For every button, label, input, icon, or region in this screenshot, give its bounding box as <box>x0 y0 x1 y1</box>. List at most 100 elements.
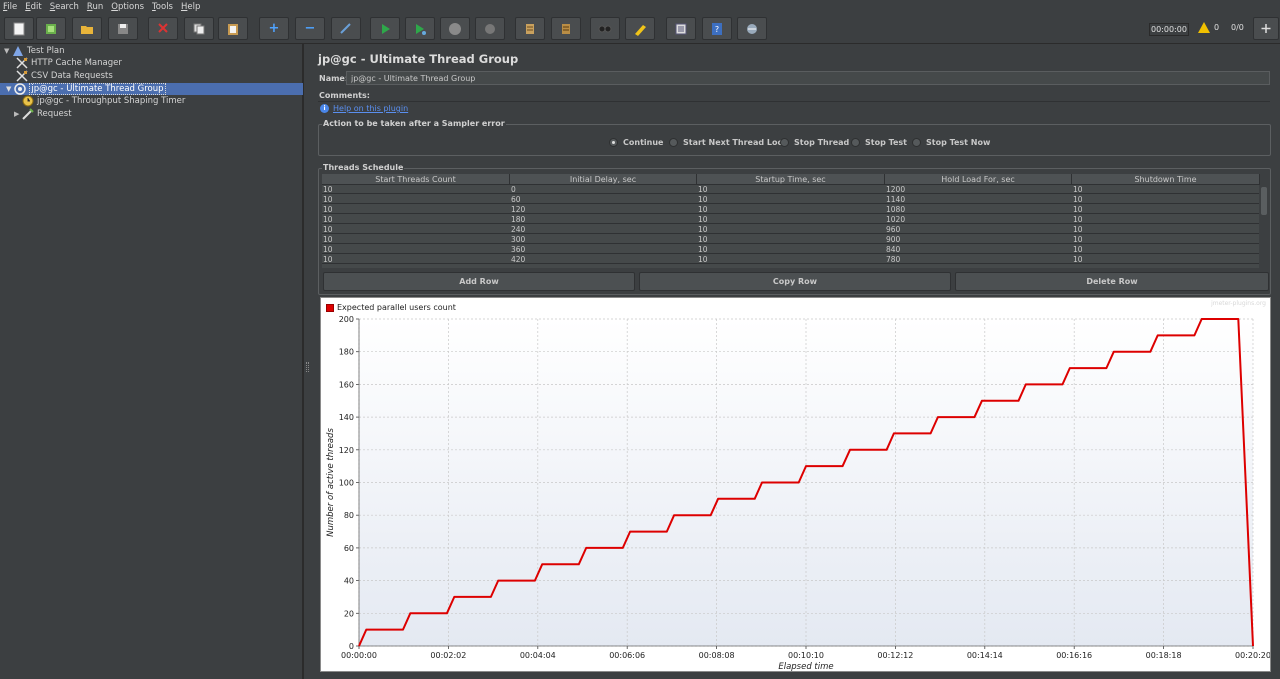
table-cell[interactable]: 1200 <box>885 185 1072 194</box>
copy-button[interactable] <box>184 17 214 40</box>
table-scrollbar[interactable] <box>1259 185 1269 268</box>
column-header[interactable]: Startup Time, sec <box>697 174 885 185</box>
tree-item-throughput-shaping-timer[interactable]: jp@gc - Throughput Shaping Timer <box>22 95 185 107</box>
table-cell[interactable]: 10 <box>1072 215 1260 224</box>
stop-button[interactable] <box>440 17 470 40</box>
table-row[interactable]: 10 240 10 960 10 <box>322 225 1260 234</box>
table-row[interactable]: 10 180 10 1020 10 <box>322 215 1260 224</box>
table-cell[interactable]: 780 <box>885 255 1072 264</box>
radio-stop-test-now[interactable]: Stop Test Now <box>912 138 990 147</box>
table-cell[interactable]: 10 <box>697 185 884 194</box>
table-row[interactable]: 10 120 10 1080 10 <box>322 205 1260 214</box>
table-cell[interactable]: 10 <box>697 235 884 244</box>
menu-search[interactable]: Search <box>50 2 79 12</box>
table-row[interactable]: 10 300 10 900 10 <box>322 235 1260 244</box>
menu-edit[interactable]: Edit <box>25 2 41 12</box>
table-cell[interactable]: 10 <box>697 215 884 224</box>
new-button[interactable] <box>4 17 34 40</box>
table-row[interactable]: 10 0 10 1200 10 <box>322 185 1260 194</box>
table-row[interactable]: 10 420 10 780 10 <box>322 255 1260 264</box>
templates-button[interactable] <box>36 17 66 40</box>
table-cell[interactable]: 10 <box>322 235 509 244</box>
comments-field[interactable] <box>318 88 1270 102</box>
table-cell[interactable]: 1020 <box>885 215 1072 224</box>
open-button[interactable] <box>72 17 102 40</box>
paste-button[interactable] <box>218 17 248 40</box>
expand-all-button[interactable]: + <box>259 17 289 40</box>
table-cell[interactable]: 10 <box>322 185 509 194</box>
scroll-thumb[interactable] <box>1261 187 1267 215</box>
table-cell[interactable]: 120 <box>510 205 697 214</box>
splitter-grip[interactable] <box>306 362 309 372</box>
table-cell[interactable]: 10 <box>697 255 884 264</box>
help-button[interactable]: ? <box>702 17 732 40</box>
radio-start-next-loop[interactable]: Start Next Thread Loop <box>669 138 789 147</box>
expand-arrow-icon[interactable]: ▼ <box>4 47 9 55</box>
shutdown-button[interactable] <box>475 17 505 40</box>
table-cell[interactable]: 1140 <box>885 195 1072 204</box>
cut-button[interactable] <box>148 17 178 40</box>
schedule-table[interactable]: Start Threads Count Initial Delay, sec S… <box>322 174 1260 268</box>
collapse-all-button[interactable]: − <box>295 17 325 40</box>
table-cell[interactable]: 10 <box>697 225 884 234</box>
table-cell[interactable]: 420 <box>510 255 697 264</box>
table-cell[interactable]: 10 <box>697 245 884 254</box>
name-field[interactable] <box>346 71 1270 85</box>
menu-help[interactable]: Help <box>181 2 200 12</box>
column-header[interactable]: Start Threads Count <box>322 174 510 185</box>
delete-row-button[interactable]: Delete Row <box>955 272 1269 291</box>
menu-options[interactable]: Options <box>111 2 144 12</box>
toggle-button[interactable] <box>331 17 361 40</box>
table-cell[interactable]: 10 <box>1072 185 1260 194</box>
table-cell[interactable]: 10 <box>697 195 884 204</box>
expand-arrow-icon[interactable]: ▼ <box>6 85 11 93</box>
tree-item-http-cache-manager[interactable]: HTTP Cache Manager <box>16 57 122 69</box>
search-button[interactable] <box>590 17 620 40</box>
table-cell[interactable]: 10 <box>1072 245 1260 254</box>
table-cell[interactable]: 240 <box>510 225 697 234</box>
table-row[interactable]: 10 60 10 1140 10 <box>322 195 1260 204</box>
warning-indicator[interactable]: 0 <box>1198 22 1219 33</box>
table-cell[interactable]: 840 <box>885 245 1072 254</box>
start-button[interactable] <box>370 17 400 40</box>
table-cell[interactable]: 10 <box>1072 225 1260 234</box>
column-header[interactable]: Initial Delay, sec <box>510 174 697 185</box>
column-header[interactable]: Hold Load For, sec <box>885 174 1072 185</box>
start-no-pauses-button[interactable] <box>405 17 435 40</box>
table-cell[interactable]: 900 <box>885 235 1072 244</box>
tree-item-ultimate-thread-group[interactable]: ▼ jp@gc - Ultimate Thread Group <box>0 83 303 95</box>
radio-continue[interactable]: Continue <box>609 138 663 147</box>
table-cell[interactable]: 10 <box>322 255 509 264</box>
table-cell[interactable]: 10 <box>322 195 509 204</box>
table-cell[interactable]: 60 <box>510 195 697 204</box>
radio-stop-thread[interactable]: Stop Thread <box>780 138 849 147</box>
table-cell[interactable]: 10 <box>322 225 509 234</box>
panel-splitter[interactable] <box>303 44 310 679</box>
help-link[interactable]: Help on this plugin <box>333 104 408 113</box>
table-cell[interactable]: 0 <box>510 185 697 194</box>
copy-row-button[interactable]: Copy Row <box>639 272 951 291</box>
tree-item-request[interactable]: Request <box>22 108 72 120</box>
table-cell[interactable]: 10 <box>1072 205 1260 214</box>
reset-search-button[interactable] <box>625 17 655 40</box>
table-cell[interactable]: 10 <box>1072 235 1260 244</box>
table-cell[interactable]: 10 <box>1072 195 1260 204</box>
table-cell[interactable]: 360 <box>510 245 697 254</box>
radio-stop-test[interactable]: Stop Test <box>851 138 907 147</box>
tree-item-csv-data-requests[interactable]: CSV Data Requests <box>16 70 113 82</box>
tree-item-test-plan[interactable]: Test Plan <box>12 45 65 57</box>
column-header[interactable]: Shutdown Time <box>1072 174 1260 185</box>
table-cell[interactable]: 300 <box>510 235 697 244</box>
table-cell[interactable]: 10 <box>322 245 509 254</box>
table-cell[interactable]: 10 <box>322 205 509 214</box>
remote-button[interactable] <box>737 17 767 40</box>
side-toggle-button[interactable] <box>1253 17 1279 40</box>
table-cell[interactable]: 10 <box>697 205 884 214</box>
clear-button[interactable] <box>515 17 545 40</box>
menu-run[interactable]: Run <box>87 2 103 12</box>
clear-all-button[interactable] <box>551 17 581 40</box>
collapsed-arrow-icon[interactable]: ▶ <box>14 110 19 118</box>
table-cell[interactable]: 960 <box>885 225 1072 234</box>
table-cell[interactable]: 10 <box>322 215 509 224</box>
table-cell[interactable]: 180 <box>510 215 697 224</box>
